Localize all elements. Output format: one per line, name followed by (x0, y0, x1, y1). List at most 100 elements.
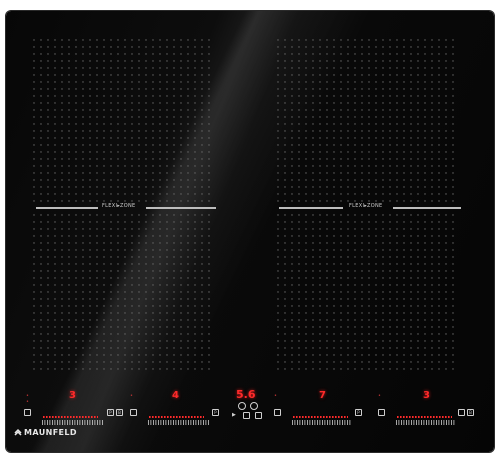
zone-dot (82, 39, 84, 41)
slider-tick (451, 420, 452, 425)
zone-dot (47, 326, 49, 328)
zone3-p-button[interactable]: P (355, 409, 362, 416)
zone-dot (152, 284, 154, 286)
zone-dot (389, 95, 391, 97)
power-level-led (76, 416, 78, 418)
zone1-slider[interactable] (42, 410, 104, 425)
zone-dot (326, 172, 328, 174)
zone-dot (382, 102, 384, 104)
zone-dot (326, 193, 328, 195)
zone-dot (75, 88, 77, 90)
zone-dot (138, 39, 140, 41)
zone-dot (75, 277, 77, 279)
zone-dot (368, 95, 370, 97)
zone-dot (298, 165, 300, 167)
zone-dot (47, 347, 49, 349)
zone-dot (201, 60, 203, 62)
zone-dot (431, 74, 433, 76)
zone-dot (361, 39, 363, 41)
zone-dot (312, 361, 314, 363)
zone3-slider[interactable] (292, 410, 352, 425)
timer-minus-button[interactable] (238, 402, 246, 410)
zone-dot (291, 361, 293, 363)
zone-dot (117, 291, 119, 293)
zone-dot (445, 242, 447, 244)
zone-dot (47, 235, 49, 237)
zone-dot (166, 319, 168, 321)
zone-dot (291, 291, 293, 293)
zone1-flex-button[interactable] (24, 409, 31, 416)
zone1-b-button[interactable]: B (116, 409, 123, 416)
zone4-flex-button[interactable] (378, 409, 385, 416)
slider-tick (150, 420, 152, 425)
slider-tick (307, 420, 308, 425)
zone-dot (361, 109, 363, 111)
zone-dot (96, 256, 98, 258)
zone-dot (319, 263, 321, 265)
zone-dot (138, 347, 140, 349)
zone-dot (438, 277, 440, 279)
zone-dot (431, 95, 433, 97)
zone-dot (201, 95, 203, 97)
zone-dot (68, 270, 70, 272)
zone-dot (75, 340, 77, 342)
zone3-flex-button[interactable] (274, 409, 281, 416)
timer-button[interactable] (243, 412, 250, 419)
zone-dot (103, 340, 105, 342)
zone4-slider[interactable] (396, 410, 456, 425)
zone-dot (103, 305, 105, 307)
zone-dot (47, 165, 49, 167)
zone-dot (333, 277, 335, 279)
zone-dot (333, 340, 335, 342)
zone-dot (291, 74, 293, 76)
zone-dot (180, 151, 182, 153)
lock-button[interactable] (255, 412, 262, 419)
zone-dot (277, 179, 279, 181)
zone-dot (89, 151, 91, 153)
zone-dot (180, 53, 182, 55)
timer-plus-button[interactable] (250, 402, 258, 410)
zone-dot (138, 158, 140, 160)
zone-dot (396, 291, 398, 293)
zone-dot (291, 137, 293, 139)
zone-dot (145, 256, 147, 258)
zone-dot (110, 347, 112, 349)
zone-dot (389, 340, 391, 342)
zone-dot (284, 102, 286, 104)
play-pause-icon[interactable]: ▶ (232, 412, 236, 418)
zone-dot (445, 116, 447, 118)
zone-dot (326, 263, 328, 265)
slider-tick (190, 420, 192, 425)
zone-dot (40, 39, 42, 41)
zone4-p-button[interactable] (458, 409, 465, 416)
zone-dot (284, 95, 286, 97)
zone-dot (382, 347, 384, 349)
zone-dot (61, 298, 63, 300)
zone-dot (117, 74, 119, 76)
zone-dot (445, 102, 447, 104)
zone2-flex-button[interactable] (130, 409, 137, 416)
zone-dot (361, 340, 363, 342)
zone-dot (361, 242, 363, 244)
power-level-led (299, 416, 301, 418)
zone4-b-button[interactable]: B (467, 409, 474, 416)
zone-dot (382, 88, 384, 90)
zone-dot (89, 333, 91, 335)
zone-dot (54, 116, 56, 118)
slider-tick (413, 420, 415, 425)
zone-dot (424, 256, 426, 258)
zone-dot (131, 361, 133, 363)
zone-dot (424, 312, 426, 314)
zone1-p-button[interactable]: P (107, 409, 114, 416)
zone-dot (40, 46, 42, 48)
power-level-led (179, 416, 181, 418)
zone-dot (403, 256, 405, 258)
zone-dot (396, 137, 398, 139)
zone-dot (424, 368, 426, 370)
zone2-p-button[interactable]: P (212, 409, 219, 416)
zone-dot (61, 242, 63, 244)
zone-dot (96, 284, 98, 286)
slider-tick (183, 420, 184, 425)
zone-dot (368, 165, 370, 167)
zone2-slider[interactable] (148, 410, 210, 425)
